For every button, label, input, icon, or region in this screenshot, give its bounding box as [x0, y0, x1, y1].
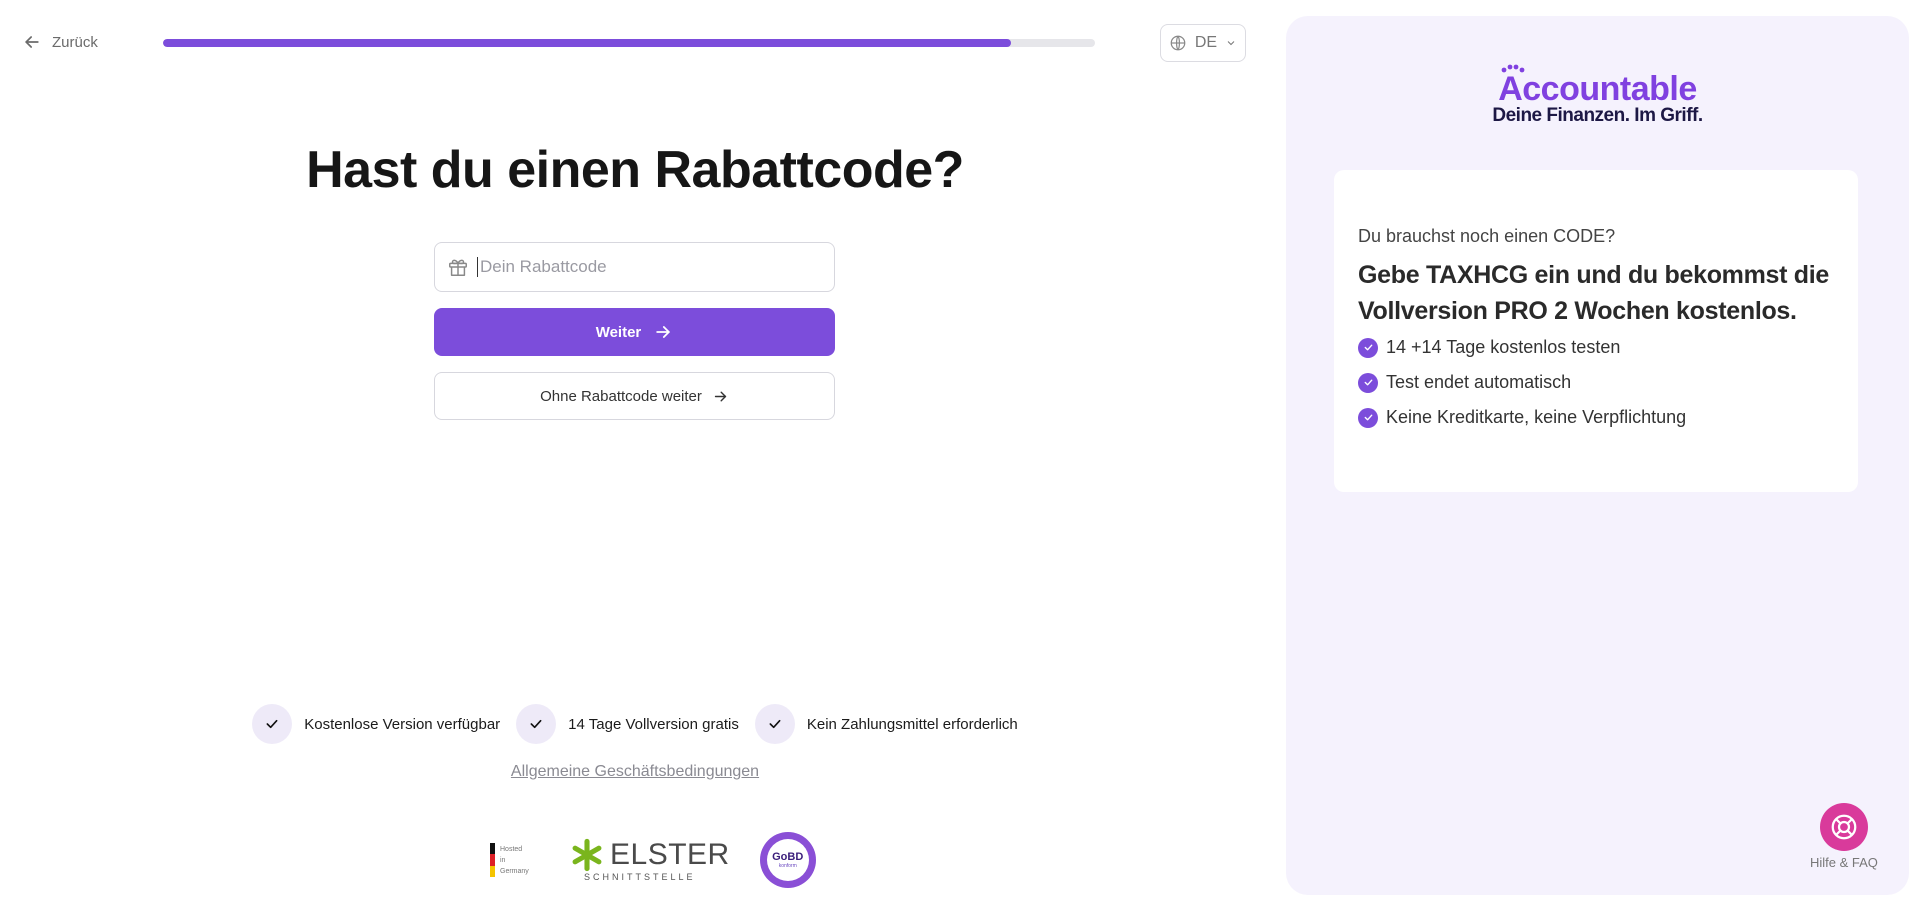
page-title: Hast du einen Rabattcode? — [306, 141, 964, 199]
promo-question: Du brauchst noch einen CODE? — [1358, 226, 1616, 246]
skip-code-label: Ohne Rabattcode weiter — [540, 387, 702, 405]
hosted-line: Hosted — [500, 845, 523, 853]
globe-icon — [1170, 35, 1186, 51]
language-code: DE — [1194, 34, 1218, 51]
feature-item: 14 Tage Vollversion gratis — [516, 704, 739, 744]
help-faq-button[interactable]: Hilfe & FAQ — [1810, 803, 1878, 870]
check-icon — [516, 704, 557, 744]
promo-benefit-item: Keine Kreditkarte, keine Verpflichtung — [1358, 407, 1834, 428]
check-circle-icon — [1358, 337, 1378, 358]
hosted-line: Germany — [500, 867, 529, 875]
terms-link[interactable]: Allgemeine Geschäftsbedingungen — [0, 763, 1270, 781]
elster-sub: SCHNITTSTELLE — [584, 872, 696, 882]
trust-logos: Hosted in Germany ELSTER SCHNITTSTELLE G… — [490, 832, 816, 888]
promo-benefit-label: Keine Kreditkarte, keine Verpflichtung — [1386, 407, 1687, 427]
promo-panel: Accountable Deine Finanzen. Im Griff. Du… — [1286, 16, 1909, 895]
hosted-line: in — [500, 856, 506, 864]
promo-benefit-label: 14 +14 Tage kostenlos testen — [1386, 337, 1621, 357]
signup-step: Zurück DE Hast du einen Rabattcode? Weit… — [0, 0, 1270, 911]
lifebuoy-icon[interactable] — [1819, 803, 1868, 851]
feature-list: Kostenlose Version verfügbar 14 Tage Vol… — [0, 704, 1270, 744]
german-flag-icon — [490, 843, 495, 877]
gobd-badge: GoBD konform — [759, 832, 816, 888]
paw-icon — [1501, 64, 1525, 73]
discount-code-input[interactable] — [477, 257, 817, 277]
back-link[interactable]: Zurück — [22, 32, 98, 52]
continue-label: Weiter — [595, 323, 642, 341]
discount-code-field[interactable] — [434, 242, 835, 292]
promo-headline: Gebe TAXHCG ein und du bekommst die Voll… — [1358, 261, 1830, 325]
back-label: Zurück — [52, 33, 98, 51]
language-selector[interactable]: DE — [1160, 24, 1246, 62]
feature-item: Kostenlose Version verfügbar — [252, 704, 500, 744]
feature-label: Kostenlose Version verfügbar — [304, 715, 501, 733]
feature-item: Kein Zahlungsmittel erforderlich — [754, 704, 1018, 744]
progress-fill — [163, 39, 1012, 47]
skip-code-button[interactable]: Ohne Rabattcode weiter — [434, 372, 835, 420]
arrow-right-icon — [656, 326, 671, 338]
elster-name: ELSTER — [610, 838, 730, 871]
gift-icon — [449, 259, 467, 276]
brand-name: Accountable — [1498, 70, 1697, 108]
elster-star-icon — [572, 838, 602, 872]
check-circle-icon — [1358, 372, 1378, 393]
check-icon — [252, 704, 293, 744]
progress-bar — [163, 39, 1095, 47]
gobd-main: GoBD — [772, 850, 804, 863]
promo-benefit-item: Test endet automatisch — [1358, 372, 1834, 393]
continue-button[interactable]: Weiter — [434, 308, 835, 356]
promo-benefits: 14 +14 Tage kostenlos testen Test endet … — [1358, 337, 1834, 428]
promo-benefit-item: 14 +14 Tage kostenlos testen — [1358, 337, 1834, 358]
arrow-left-icon — [25, 36, 39, 48]
chevron-down-icon — [1227, 41, 1235, 46]
feature-label: 14 Tage Vollversion gratis — [568, 715, 739, 733]
check-icon — [754, 704, 795, 744]
hosted-in-germany-badge: Hosted in Germany — [490, 843, 540, 877]
brand-logo: Accountable Deine Finanzen. Im Griff. — [1286, 64, 1909, 127]
gobd-sub: konform — [778, 862, 797, 869]
help-label: Hilfe & FAQ — [1810, 855, 1878, 870]
elster-logo: ELSTER SCHNITTSTELLE — [570, 838, 730, 882]
feature-label: Kein Zahlungsmittel erforderlich — [806, 715, 1018, 733]
promo-card: Du brauchst noch einen CODE? Gebe TAXHCG… — [1334, 170, 1858, 492]
hosted-text: Hosted in Germany — [500, 844, 540, 877]
promo-benefit-label: Test endet automatisch — [1386, 372, 1572, 392]
arrow-right-icon — [714, 391, 727, 401]
check-circle-icon — [1358, 407, 1378, 428]
